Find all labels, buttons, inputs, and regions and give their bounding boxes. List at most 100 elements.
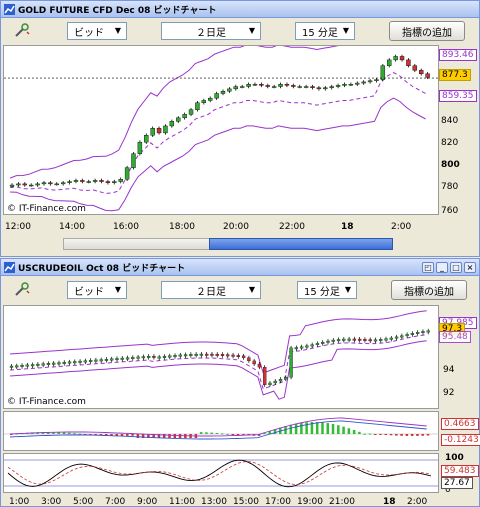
price-chart[interactable] xyxy=(3,305,439,409)
stochastic-svg xyxy=(4,459,438,488)
macd-bar xyxy=(305,422,308,434)
candle xyxy=(195,102,200,110)
candle xyxy=(62,362,66,364)
wrench-icon[interactable] xyxy=(13,282,31,298)
macd-bar xyxy=(373,434,377,435)
macd-signal-label: -0.1243 xyxy=(441,434,480,446)
candle xyxy=(188,109,194,115)
macd-bar xyxy=(78,433,82,435)
x-tick: 7:00 xyxy=(105,497,125,507)
scroll-thumb[interactable] xyxy=(209,238,393,250)
stochastic-panel[interactable] xyxy=(3,453,439,493)
chart-scrollbar[interactable] xyxy=(1,235,479,484)
candle xyxy=(342,84,347,86)
candle xyxy=(92,180,98,182)
macd-bar xyxy=(73,433,76,435)
candle xyxy=(169,121,175,127)
x-tick: 12:00 xyxy=(5,222,31,232)
candle xyxy=(80,180,85,182)
candle xyxy=(247,357,251,362)
wrench-icon[interactable] xyxy=(13,23,31,39)
x-tick: 1:00 xyxy=(9,497,29,507)
candle xyxy=(291,85,296,87)
upper-band-label: 893.46 xyxy=(439,49,477,61)
x-tick: 18 xyxy=(383,497,396,507)
candle xyxy=(220,354,225,356)
candle xyxy=(214,93,219,99)
interval-select[interactable]: 15 分足 ▼ xyxy=(295,22,355,40)
candle xyxy=(400,335,404,338)
minimize-icon[interactable]: _ xyxy=(436,261,448,273)
price-chart[interactable] xyxy=(3,16,439,215)
macd-bar xyxy=(416,434,419,436)
candle xyxy=(210,353,214,356)
x-tick: 16:00 xyxy=(113,222,139,232)
interval-select[interactable]: 15 分足 ▼ xyxy=(297,281,357,299)
macd-panel[interactable] xyxy=(3,411,439,451)
candle xyxy=(194,353,198,356)
gold-chart-window: GOLD FUTURE CFD Dec 08 ビッドチャート ビッド ▼ ２日足 ▼… xyxy=(0,0,480,484)
lower-band-label: 95.48 xyxy=(439,331,471,343)
price-type-select[interactable]: ビッド ▼ xyxy=(67,281,127,299)
restore-icon[interactable]: ◰ xyxy=(422,261,434,273)
candle xyxy=(399,56,405,61)
y-tick: 840 xyxy=(441,116,458,126)
x-tick: 5:00 xyxy=(73,497,93,507)
maximize-icon[interactable]: □ xyxy=(450,261,462,273)
close-icon[interactable]: × xyxy=(464,261,476,273)
add-indicator-button[interactable]: 指標の追加 xyxy=(391,280,467,300)
candle xyxy=(83,360,87,363)
candle xyxy=(220,90,226,94)
candle xyxy=(263,366,267,386)
candle xyxy=(273,380,277,384)
chart-toolbar: ビッド ▼ ２日足 ▼ 15 分足 ▼ 指標の追加 xyxy=(1,276,479,303)
candle xyxy=(380,65,386,80)
candle xyxy=(355,82,360,85)
candle xyxy=(426,330,430,333)
macd-bar xyxy=(289,424,293,434)
candle xyxy=(67,181,72,183)
macd-bar xyxy=(368,433,372,435)
candle xyxy=(131,357,135,359)
x-tick: 2:00 xyxy=(407,497,427,507)
candle xyxy=(157,356,161,359)
candle xyxy=(201,100,207,103)
candle xyxy=(252,360,256,365)
candle xyxy=(406,59,411,66)
macd-bar xyxy=(294,423,298,434)
candle xyxy=(118,179,123,182)
macd-bar xyxy=(342,426,345,434)
candle xyxy=(315,343,320,346)
candle xyxy=(57,362,61,365)
period-select[interactable]: ２日足 ▼ xyxy=(161,281,261,299)
chevron-down-icon: ▼ xyxy=(344,285,352,294)
stoch-k-line xyxy=(7,459,432,488)
y-tick: 94 xyxy=(443,365,455,375)
title-bar[interactable]: USCRUDEOIL Oct 08 ビッドチャート ◰ _ □ × xyxy=(1,259,479,276)
price-chart-svg xyxy=(4,16,438,212)
title-bar[interactable]: GOLD FUTURE CFD Dec 08 ビッドチャート xyxy=(1,1,479,18)
x-tick: 19:00 xyxy=(297,497,323,507)
candle xyxy=(252,84,258,86)
price-type-select[interactable]: ビッド ▼ xyxy=(67,22,127,40)
candle xyxy=(162,356,167,358)
candle xyxy=(137,141,143,154)
stoch-d-line xyxy=(7,461,432,485)
candle xyxy=(52,362,56,365)
y-tick: 760 xyxy=(441,206,458,216)
macd-bar xyxy=(199,432,203,434)
macd-bar xyxy=(358,431,361,434)
window-title: GOLD FUTURE CFD Dec 08 ビッドチャート xyxy=(18,5,217,16)
candle xyxy=(352,338,357,341)
period-select[interactable]: ２日足 ▼ xyxy=(161,22,261,40)
candle xyxy=(120,357,124,360)
candle xyxy=(94,359,98,362)
x-tick: 21:00 xyxy=(329,497,355,507)
candle xyxy=(131,153,136,168)
candle xyxy=(289,347,293,378)
candle xyxy=(144,135,149,143)
candle xyxy=(387,59,392,66)
add-indicator-button[interactable]: 指標の追加 xyxy=(389,21,465,41)
macd-bar xyxy=(337,425,340,434)
candle xyxy=(284,84,290,86)
